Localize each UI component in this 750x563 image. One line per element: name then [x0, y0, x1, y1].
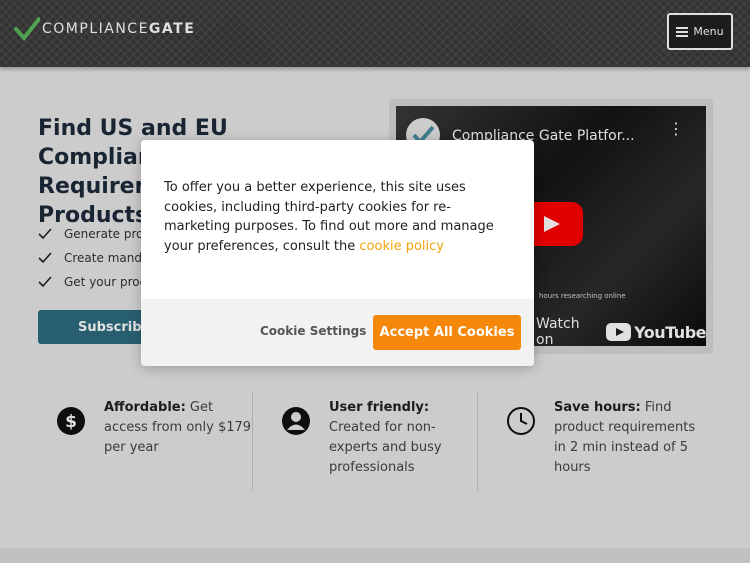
cookie-message: To offer you a better experience, this s… — [164, 180, 494, 254]
cookie-policy-link[interactable]: cookie policy — [359, 239, 444, 254]
cookie-dialog-footer: Cookie Settings Accept All Cookies — [141, 299, 534, 366]
accept-all-cookies-button[interactable]: Accept All Cookies — [373, 315, 521, 350]
cookie-consent-dialog: To offer you a better experience, this s… — [141, 140, 534, 366]
cookie-settings-button[interactable]: Cookie Settings — [260, 324, 366, 338]
